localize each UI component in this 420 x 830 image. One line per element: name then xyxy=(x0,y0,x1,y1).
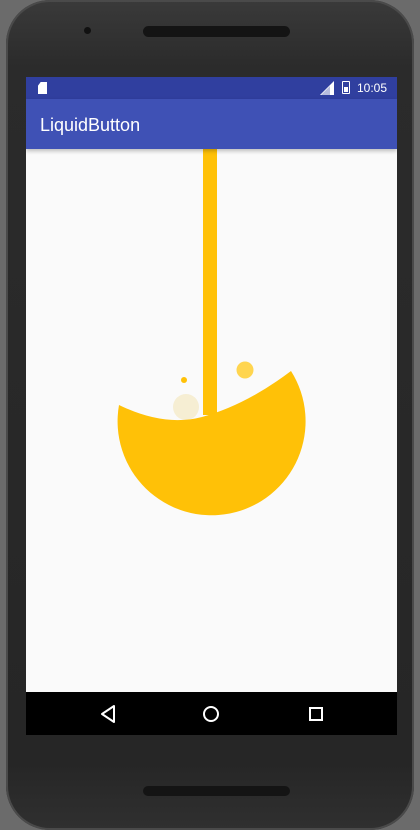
bottom-speaker xyxy=(143,786,290,796)
front-camera xyxy=(84,27,91,34)
sd-card-icon xyxy=(38,82,47,94)
signal-icon xyxy=(320,81,334,95)
navigation-bar xyxy=(26,692,397,735)
status-bar: 10:05 xyxy=(26,77,397,99)
page-title: LiquidButton xyxy=(40,115,141,135)
screen: 10:05 LiquidButton xyxy=(26,77,397,735)
liquid-button[interactable] xyxy=(26,149,397,692)
device-frame: 10:05 LiquidButton xyxy=(0,0,420,830)
small-bubble xyxy=(181,377,187,383)
back-icon[interactable] xyxy=(96,702,120,726)
recents-icon[interactable] xyxy=(304,702,328,726)
main-content xyxy=(26,149,397,692)
faint-bubble xyxy=(173,394,199,420)
medium-bubble xyxy=(236,361,254,379)
home-icon[interactable] xyxy=(199,702,223,726)
liquid-stream xyxy=(203,149,217,415)
top-speaker xyxy=(143,26,290,37)
battery-icon xyxy=(342,81,350,94)
app-bar: LiquidButton xyxy=(26,99,397,149)
status-time: 10:05 xyxy=(357,81,388,95)
